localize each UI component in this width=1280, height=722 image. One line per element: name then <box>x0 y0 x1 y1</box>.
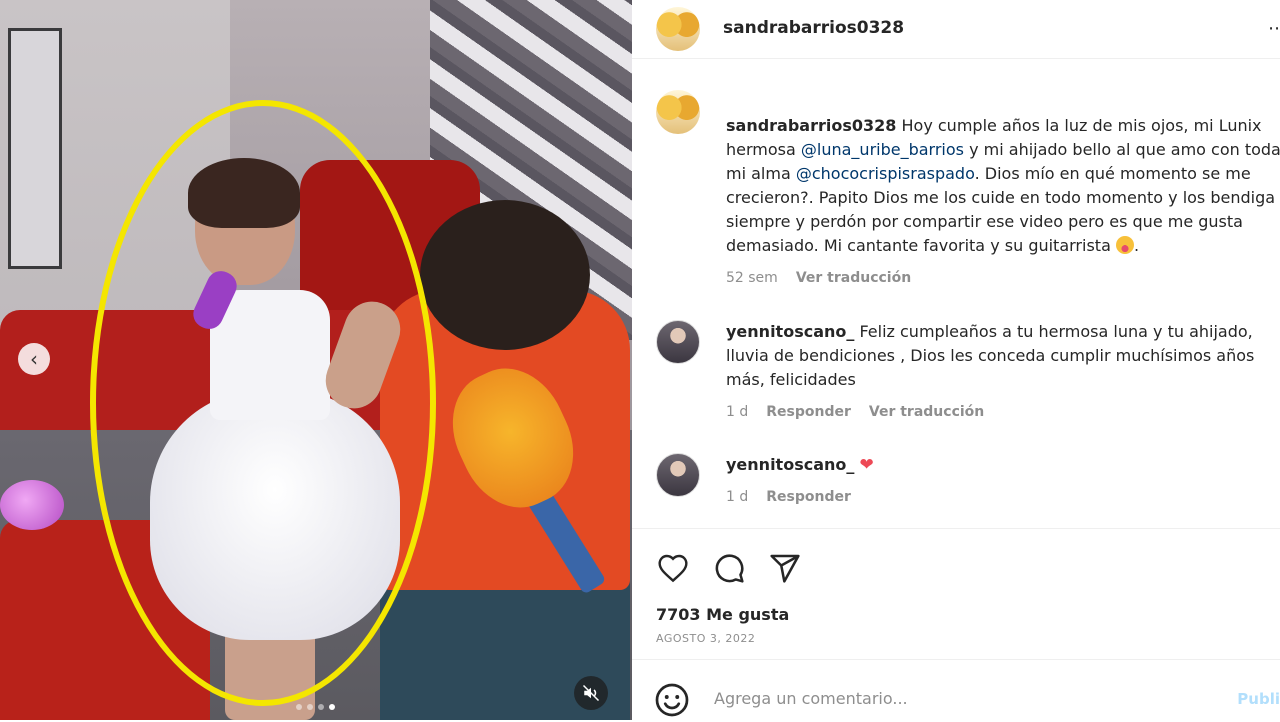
caption-time[interactable]: 52 sem <box>726 266 778 290</box>
comment-input[interactable] <box>712 688 1196 709</box>
video-boy-head <box>420 200 590 350</box>
caption-avatar[interactable] <box>656 90 700 134</box>
post-date: AGOSTO 3, 2022 <box>656 632 756 645</box>
carousel-dot <box>296 704 302 710</box>
chevron-left-icon: ‹ <box>30 347 38 371</box>
emoji-icon[interactable] <box>654 682 690 718</box>
highlight-ellipse <box>90 100 436 706</box>
post-video[interactable]: ‹ <box>0 0 632 720</box>
author-username[interactable]: sandrabarrios0328 <box>723 18 904 38</box>
share-button[interactable] <box>768 551 802 585</box>
caption-text-4: . <box>1133 236 1140 255</box>
share-icon <box>770 554 800 583</box>
mute-button[interactable] <box>574 676 608 710</box>
comment-time[interactable]: 1 d <box>726 485 748 509</box>
carousel-dot <box>307 704 313 710</box>
post-header: sandrabarrios0328 ⋯ <box>632 0 1280 59</box>
carousel-dot <box>318 704 324 710</box>
likes-count[interactable]: 7703 Me gusta <box>656 605 789 624</box>
video-window <box>8 28 62 269</box>
comment-time[interactable]: 1 d <box>726 400 748 424</box>
carousel-indicator <box>296 704 335 710</box>
comment-reply-button[interactable]: Responder <box>766 485 851 509</box>
heart-icon <box>658 554 688 583</box>
action-icons <box>656 551 802 585</box>
post-actions: 7703 Me gusta AGOSTO 3, 2022 Publi <box>632 528 1280 721</box>
publish-button[interactable]: Publi <box>1237 690 1280 708</box>
commenter-avatar[interactable] <box>656 320 700 364</box>
comment-reply-button[interactable]: Responder <box>766 400 851 424</box>
caption-username[interactable]: sandrabarrios0328 <box>726 116 896 135</box>
heart-emoji-icon: ❤ <box>859 455 874 475</box>
comment-meta: 1 d Responder Ver traducción <box>726 400 1280 424</box>
like-button[interactable] <box>656 551 690 585</box>
comment-username[interactable]: yennitoscano_ <box>726 455 854 474</box>
more-options-icon[interactable]: ⋯ <box>1268 18 1280 39</box>
comment-translate-button[interactable]: Ver traducción <box>869 400 984 424</box>
caption-mention-1[interactable]: @luna_uribe_barrios <box>801 140 964 159</box>
comment-icon <box>715 554 744 583</box>
commenter-avatar[interactable] <box>656 453 700 497</box>
carousel-prev-button[interactable]: ‹ <box>18 343 50 375</box>
caption-mention-2[interactable]: @chococrispisraspado <box>796 164 975 183</box>
add-comment-bar: Publi <box>632 659 1280 722</box>
comment-username[interactable]: yennitoscano_ <box>726 322 854 341</box>
savoring-face-emoji-icon <box>1115 236 1134 254</box>
comment-meta: 1 d Responder <box>726 485 1280 509</box>
muted-speaker-icon <box>582 684 600 702</box>
author-avatar[interactable] <box>656 7 700 51</box>
caption-meta: 52 sem Ver traducción <box>726 266 1280 290</box>
caption-translate-button[interactable]: Ver traducción <box>796 266 911 290</box>
carousel-dot <box>329 704 335 710</box>
comment-button[interactable] <box>712 551 746 585</box>
video-balloon <box>0 480 64 530</box>
post-panel: sandrabarrios0328 ⋯ sandrabarrios0328 Ho… <box>632 0 1280 720</box>
comments-list[interactable]: sandrabarrios0328 Hoy cumple años la luz… <box>632 58 1280 528</box>
